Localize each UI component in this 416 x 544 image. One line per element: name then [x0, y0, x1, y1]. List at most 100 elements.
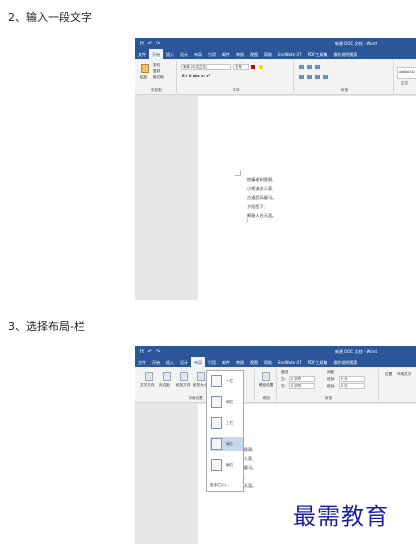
highlight-icon[interactable]: [259, 65, 263, 69]
style-normal[interactable]: AaBbCcD: [397, 67, 416, 79]
window-title: 新建 DOC 文档 - Word: [335, 41, 377, 46]
margins-button[interactable]: 页边距: [159, 383, 170, 388]
tab-mailings[interactable]: 邮件: [219, 357, 233, 367]
font-format-buttons[interactable]: B I U abc x₂ x²: [182, 74, 210, 78]
indent-left-input[interactable]: 0 字符: [289, 376, 315, 382]
doc-line[interactable]: 断肠人在天涯。: [247, 213, 276, 219]
right-column-icon: [211, 459, 222, 471]
tab-insert[interactable]: 插入: [163, 357, 177, 367]
undo-icon[interactable]: ↶: [148, 349, 152, 355]
tab-references[interactable]: 引用: [205, 49, 219, 59]
tab-file[interactable]: 文件: [135, 49, 149, 59]
columns-option-right[interactable]: 偏右: [210, 458, 243, 472]
manuscript-group-label: 稿纸: [262, 396, 271, 400]
copy-button[interactable]: 复制: [153, 69, 160, 74]
size-icon[interactable]: [197, 372, 205, 381]
tab-pdf-tools[interactable]: PDF工具集: [305, 357, 331, 367]
watermark-logo: 最需教育: [293, 504, 389, 530]
paragraph-group: 段落: [296, 61, 394, 93]
doc-line[interactable]: 夕阳西下,: [247, 204, 265, 210]
font-group: 宋体 (中文正文) 五号 B I U abc x₂ x² 字体: [179, 61, 294, 93]
layout-ribbon: 文字方向 页边距 纸张方向 纸张大小 栏 分隔符 行号 断字 页面设置 稿纸设置…: [135, 367, 416, 403]
paragraph-layout-group-label: 段落: [324, 396, 333, 400]
tab-endnote[interactable]: EndNote X7: [275, 357, 305, 367]
tab-layout[interactable]: 布局: [191, 357, 205, 367]
doc-line[interactable]: 小桥流水人家,: [247, 186, 273, 192]
font-name-select[interactable]: 宋体 (中文正文): [181, 64, 231, 70]
font-group-label: 字体: [232, 88, 240, 92]
text-direction-icon[interactable]: [145, 372, 153, 381]
tab-endnote[interactable]: EndNote X7: [275, 49, 305, 59]
tab-layout[interactable]: 布局: [191, 49, 205, 59]
bullets-icon[interactable]: [299, 65, 304, 69]
indent-left-label: 左:: [281, 377, 286, 381]
redo-icon[interactable]: ↷: [156, 41, 160, 47]
paste-icon[interactable]: [141, 64, 149, 73]
two-columns-icon: [211, 396, 222, 408]
quick-access-toolbar: H ↶ ↷: [140, 41, 160, 47]
font-color-icon[interactable]: [251, 65, 255, 69]
tab-home[interactable]: 开始: [149, 357, 163, 367]
columns-option-one[interactable]: 一栏: [210, 374, 243, 388]
more-columns-option[interactable]: 更多栏(C)...: [210, 483, 230, 488]
step-heading-layout-columns: 3、选择布局-栏: [8, 320, 85, 333]
format-painter-button[interactable]: 格式刷: [153, 75, 164, 80]
three-columns-icon: [211, 417, 222, 429]
spacing-before-label: 段前:: [327, 377, 336, 381]
align-right-icon[interactable]: [315, 75, 320, 79]
tab-file[interactable]: 文件: [135, 357, 149, 367]
indent-right-input[interactable]: 0 字符: [289, 383, 315, 389]
wrap-text-button[interactable]: 环绕文字: [397, 372, 411, 377]
tab-view[interactable]: 视图: [247, 49, 261, 59]
tab-pdf-tools[interactable]: PDF工具集: [305, 49, 331, 59]
columns-option-two[interactable]: 两栏: [210, 395, 243, 409]
tab-view[interactable]: 视图: [247, 357, 261, 367]
tab-design[interactable]: 设计: [177, 49, 191, 59]
spacing-before-input[interactable]: 0 行: [339, 376, 365, 382]
tab-review[interactable]: 审阅: [233, 49, 247, 59]
orientation-button[interactable]: 纸张方向: [176, 383, 190, 388]
redo-icon[interactable]: ↷: [156, 349, 160, 355]
save-icon[interactable]: H: [140, 349, 144, 355]
margins-icon[interactable]: [163, 372, 171, 381]
orientation-icon[interactable]: [180, 372, 188, 381]
tab-design[interactable]: 设计: [177, 357, 191, 367]
tab-help[interactable]: 帮助: [261, 49, 275, 59]
ribbon-tabs: 文件 开始 插入 设计 布局 引用 邮件 审阅 视图 帮助 EndNote X7…: [135, 49, 416, 59]
spacing-after-input[interactable]: 0 行: [339, 383, 365, 389]
undo-icon[interactable]: ↶: [148, 41, 152, 47]
align-left-icon[interactable]: [299, 75, 304, 79]
tab-help[interactable]: 帮助: [261, 357, 275, 367]
indent-right-label: 右:: [281, 384, 286, 388]
doc-line[interactable]: 古道西风瘦马。: [247, 195, 276, 201]
numbering-icon[interactable]: [307, 65, 312, 69]
manuscript-button[interactable]: 稿纸设置: [259, 383, 273, 388]
multilevel-list-icon[interactable]: [315, 65, 320, 69]
font-size-select[interactable]: 五号: [233, 64, 249, 70]
text-direction-button[interactable]: 文字方向: [140, 383, 154, 388]
one-column-icon: [211, 375, 222, 387]
tab-references[interactable]: 引用: [205, 357, 219, 367]
manuscript-icon[interactable]: [262, 372, 270, 381]
save-icon[interactable]: H: [140, 41, 144, 47]
tell-me-search[interactable]: 操作说明搜索: [330, 49, 360, 59]
tell-me-search[interactable]: 操作说明搜索: [330, 357, 360, 367]
title-bar: H ↶ ↷ 新建 DOC 文档 - Word: [135, 38, 416, 49]
position-button[interactable]: 位置: [385, 372, 392, 377]
tab-mailings[interactable]: 邮件: [219, 49, 233, 59]
tab-insert[interactable]: 插入: [163, 49, 177, 59]
columns-option-three[interactable]: 三栏: [210, 416, 243, 430]
document-page[interactable]: 枯藤老树昏鸦, 小桥流水人家, 古道西风瘦马。 夕阳西下, 断肠人在天涯。 ┘: [198, 96, 416, 300]
doc-line[interactable]: 枯藤老树昏鸦,: [247, 177, 273, 183]
title-bar: H ↶ ↷ 新建 DOC 文档 - Word: [135, 346, 416, 357]
justify-icon[interactable]: [323, 75, 328, 79]
tab-home[interactable]: 开始: [149, 49, 163, 59]
spacing-title: 间距: [327, 370, 335, 374]
cut-button[interactable]: 剪切: [153, 63, 160, 68]
quick-access-toolbar: H ↶ ↷: [140, 349, 160, 355]
tab-review[interactable]: 审阅: [233, 357, 247, 367]
align-center-icon[interactable]: [307, 75, 312, 79]
paste-button[interactable]: 粘贴: [140, 75, 147, 80]
home-ribbon: 粘贴 剪切 复制 格式刷 剪贴板 宋体 (中文正文) 五号 B I U abc …: [135, 59, 416, 95]
columns-option-left[interactable]: 偏左: [210, 437, 243, 451]
